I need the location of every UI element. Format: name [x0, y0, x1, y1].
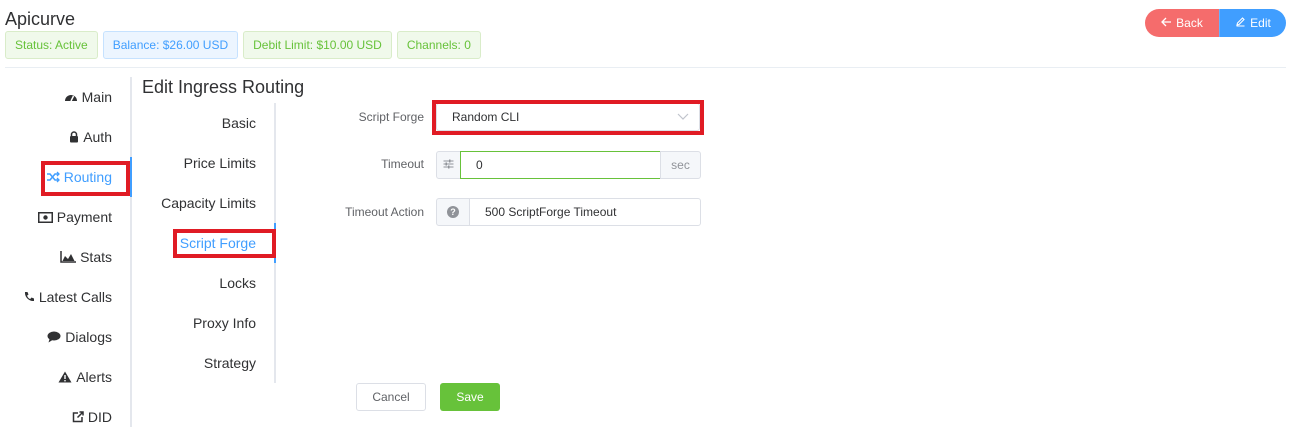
nav-item-main[interactable]: Main [64, 77, 112, 117]
edit-label: Edit [1250, 16, 1271, 30]
pencil-icon [1235, 16, 1246, 30]
arrow-left-icon [1161, 16, 1172, 30]
area-chart-icon [60, 251, 77, 263]
back-button[interactable]: Back [1145, 9, 1219, 37]
nav-item-label: Stats [80, 249, 112, 265]
header-actions: Back Edit [1145, 9, 1286, 37]
nav-active-indicator [130, 157, 132, 197]
highlight-routing [41, 161, 130, 196]
timeout-suffix: sec [660, 151, 701, 179]
header-divider [5, 67, 1286, 68]
dashboard-icon [64, 91, 78, 103]
timeout-action-prefix: ? [436, 198, 470, 226]
section-title: Edit Ingress Routing [142, 77, 305, 97]
external-link-icon [72, 411, 84, 423]
edit-button[interactable]: Edit [1219, 9, 1286, 37]
timeout-action-input[interactable]: 500 ScriptForge Timeout [469, 198, 701, 226]
timeout-label: Timeout [381, 157, 424, 171]
debit-limit-badge: Debit Limit: $10.00 USD [243, 31, 392, 59]
nav-item-alerts[interactable]: Alerts [58, 357, 112, 397]
phone-icon [23, 291, 35, 303]
nav-item-stats[interactable]: Stats [60, 237, 112, 277]
nav-item-label: Alerts [76, 369, 112, 385]
nav-item-dialogs[interactable]: Dialogs [47, 317, 112, 357]
nav-item-latest-calls[interactable]: Latest Calls [23, 277, 112, 317]
nav-item-label: Dialogs [65, 329, 112, 345]
timeout-input[interactable]: 0 [460, 151, 661, 179]
comment-icon [47, 331, 61, 343]
sliders-icon [443, 158, 454, 172]
timeout-prefix [436, 151, 461, 179]
highlight-script-forge-tab [173, 229, 276, 258]
tab-basic[interactable]: Basic [222, 103, 256, 143]
nav-item-label: DID [87, 409, 112, 425]
nav-item-auth[interactable]: Auth [69, 117, 112, 157]
cancel-button[interactable]: Cancel [356, 383, 426, 411]
left-nav: Main Auth Routing Payment Stats Latest C… [5, 77, 132, 427]
question-icon: ? [447, 206, 459, 218]
status-badge: Status: Active [5, 31, 98, 59]
balance-badge: Balance: $26.00 USD [102, 31, 239, 59]
app-title: Apicurve [5, 9, 76, 29]
save-button[interactable]: Save [440, 383, 500, 411]
script-forge-label: Script Forge [358, 110, 424, 124]
tab-strategy[interactable]: Strategy [204, 343, 256, 383]
nav-item-label: Auth [83, 129, 112, 145]
nav-item-label: Payment [56, 209, 112, 225]
lock-icon [69, 131, 79, 143]
nav-item-label: Main [81, 89, 112, 105]
money-icon [37, 211, 53, 223]
tab-capacity-limits[interactable]: Capacity Limits [161, 183, 256, 223]
nav-item-did[interactable]: DID [72, 397, 112, 427]
warning-icon [58, 371, 72, 383]
timeout-action-label: Timeout Action [345, 205, 424, 219]
nav-item-payment[interactable]: Payment [37, 197, 112, 237]
status-badges: Status: Active Balance: $26.00 USD Debit… [5, 31, 486, 59]
tab-locks[interactable]: Locks [219, 263, 256, 303]
channels-badge: Channels: 0 [396, 31, 481, 59]
tab-proxy-info[interactable]: Proxy Info [193, 303, 256, 343]
tab-price-limits[interactable]: Price Limits [184, 143, 256, 183]
back-label: Back [1176, 16, 1203, 30]
highlight-script-forge-select [432, 100, 704, 135]
nav-item-label: Latest Calls [38, 289, 112, 305]
